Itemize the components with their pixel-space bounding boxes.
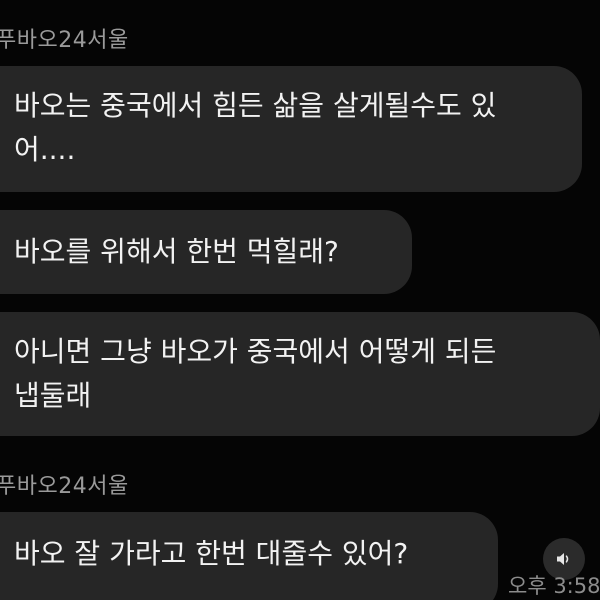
message-line: 어.... xyxy=(14,133,76,166)
message-bubble[interactable]: 바오는 중국에서 힘든 삶을 살게될수도 있 어.... xyxy=(0,66,582,192)
message-bubble[interactable]: 바오를 위해서 한번 먹힐래? xyxy=(0,210,412,294)
message-line: 바오는 중국에서 힘든 삶을 살게될수도 있 xyxy=(14,89,497,122)
message-line: 바오를 위해서 한번 먹힐래? xyxy=(14,235,339,268)
speaker-icon xyxy=(557,553,569,565)
message-line: 바오 잘 가라고 한번 대줄수 있어? xyxy=(14,537,409,570)
message-line: 아니면 그냥 바오가 중국에서 어떻게 되든 xyxy=(14,335,497,368)
chat-screen: 푸바오24서울 바오는 중국에서 힘든 삶을 살게될수도 있 어.... 바오를… xyxy=(0,0,600,600)
message-bubble[interactable]: 아니면 그냥 바오가 중국에서 어떻게 되든 냅둘래 xyxy=(0,312,600,436)
message-timestamp: 오후 3:58 xyxy=(508,574,600,598)
sender-name: 푸바오24서울 xyxy=(0,474,129,499)
sender-name: 푸바오24서울 xyxy=(0,28,129,53)
message-bubble[interactable]: 바오 잘 가라고 한번 대줄수 있어? xyxy=(0,512,498,600)
message-line: 냅둘래 xyxy=(14,379,92,412)
